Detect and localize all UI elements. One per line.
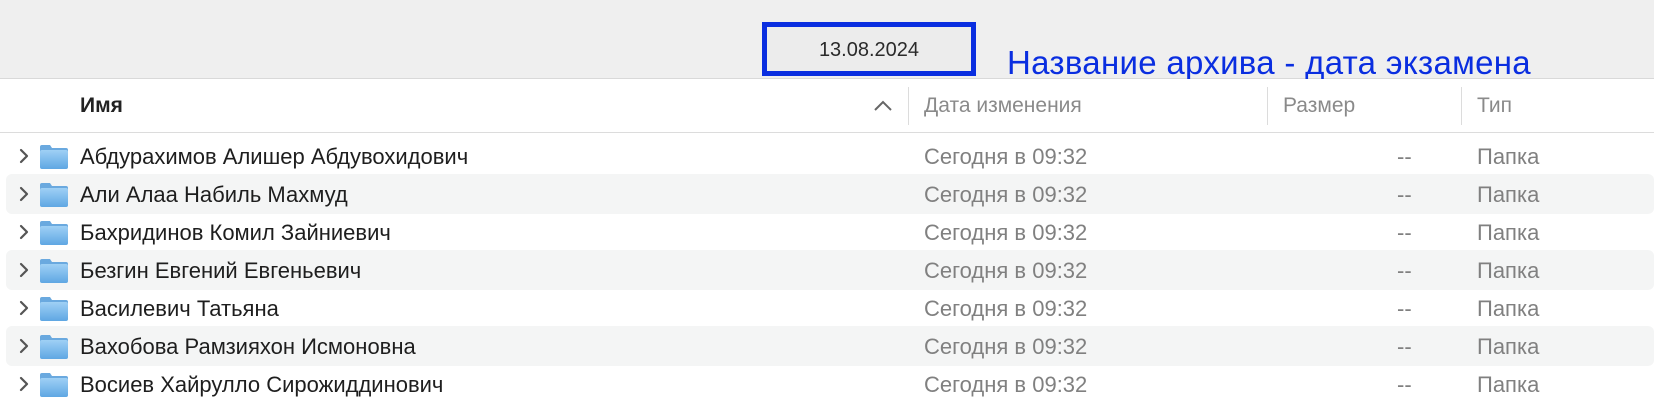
item-size: --	[1397, 296, 1412, 321]
list-item[interactable]: Вахобова Рамзияхон Исмоновна Сегодня в 09…	[6, 326, 1654, 366]
sort-ascending-icon[interactable]	[873, 99, 893, 113]
disclosure-chevron-icon[interactable]	[18, 376, 30, 392]
folder-icon	[39, 294, 69, 322]
file-list: Абдурахимов Алишер Абдувохидович Сегодня …	[0, 143, 1654, 400]
item-date-modified: Сегодня в 09:32	[924, 144, 1088, 169]
column-divider[interactable]	[908, 87, 909, 125]
item-name: Вахобова Рамзияхон Исмоновна	[80, 334, 416, 359]
folder-icon	[39, 143, 69, 170]
item-kind: Папка	[1477, 334, 1540, 359]
list-item[interactable]: Безгин Евгений Евгеньевич Сегодня в 09:32…	[6, 250, 1654, 290]
item-size: --	[1397, 258, 1412, 283]
item-kind: Папка	[1477, 372, 1540, 397]
item-name: Али Алаа Набиль Махмуд	[80, 182, 348, 207]
item-size: --	[1397, 220, 1412, 245]
item-size: --	[1397, 372, 1412, 397]
item-date-modified: Сегодня в 09:32	[924, 220, 1088, 245]
column-divider[interactable]	[1267, 87, 1268, 125]
column-divider[interactable]	[1461, 87, 1462, 125]
folder-icon	[39, 370, 69, 398]
item-kind: Папка	[1477, 182, 1540, 207]
column-header-date[interactable]: Дата изменения	[924, 94, 1082, 118]
list-item[interactable]: Восиев Хайрулло Сирожиддинович Сегодня в …	[6, 364, 1654, 400]
item-name: Василевич Татьяна	[80, 296, 279, 321]
item-name: Абдурахимов Алишер Абдувохидович	[80, 144, 469, 169]
disclosure-chevron-icon[interactable]	[18, 262, 30, 278]
item-kind: Папка	[1477, 258, 1540, 283]
item-date-modified: Сегодня в 09:32	[924, 258, 1088, 283]
item-kind: Папка	[1477, 144, 1540, 169]
item-kind: Папка	[1477, 296, 1540, 321]
disclosure-chevron-icon[interactable]	[18, 186, 30, 202]
folder-icon	[39, 256, 69, 284]
window-titlebar: 13.08.2024 Название архива - дата экзаме…	[0, 0, 1654, 81]
column-header-name[interactable]: Имя	[80, 94, 123, 118]
disclosure-chevron-icon[interactable]	[18, 224, 30, 240]
list-item[interactable]: Бахридинов Комил Зайниевич Сегодня в 09:3…	[6, 212, 1654, 252]
annotation-text: Название архива - дата экзамена	[1007, 44, 1531, 81]
item-name: Безгин Евгений Евгеньевич	[80, 258, 362, 283]
column-header-kind[interactable]: Тип	[1477, 94, 1512, 118]
list-item[interactable]: Василевич Татьяна Сегодня в 09:32 -- Папка	[6, 288, 1654, 328]
disclosure-chevron-icon[interactable]	[18, 338, 30, 354]
folder-icon	[39, 180, 69, 208]
item-name: Восиев Хайрулло Сирожиддинович	[80, 372, 444, 397]
list-item[interactable]: Абдурахимов Алишер Абдувохидович Сегодня …	[6, 143, 1654, 176]
disclosure-chevron-icon[interactable]	[18, 300, 30, 316]
folder-icon	[39, 332, 69, 360]
list-header: Имя Дата изменения Размер Тип	[0, 79, 1654, 133]
item-kind: Папка	[1477, 220, 1540, 245]
item-size: --	[1397, 144, 1412, 169]
column-header-size[interactable]: Размер	[1283, 94, 1355, 118]
list-item[interactable]: Али Алаа Набиль Махмуд Сегодня в 09:32 -- П…	[6, 174, 1654, 214]
window-title: 13.08.2024	[818, 39, 920, 61]
disclosure-chevron-icon[interactable]	[18, 148, 30, 164]
window-title-highlight-box: 13.08.2024	[762, 22, 976, 76]
item-size: --	[1397, 182, 1412, 207]
item-name: Бахридинов Комил Зайниевич	[80, 220, 391, 245]
folder-icon	[39, 218, 69, 246]
item-date-modified: Сегодня в 09:32	[924, 296, 1088, 321]
item-date-modified: Сегодня в 09:32	[924, 334, 1088, 359]
item-date-modified: Сегодня в 09:32	[924, 372, 1088, 397]
item-size: --	[1397, 334, 1412, 359]
item-date-modified: Сегодня в 09:32	[924, 182, 1088, 207]
